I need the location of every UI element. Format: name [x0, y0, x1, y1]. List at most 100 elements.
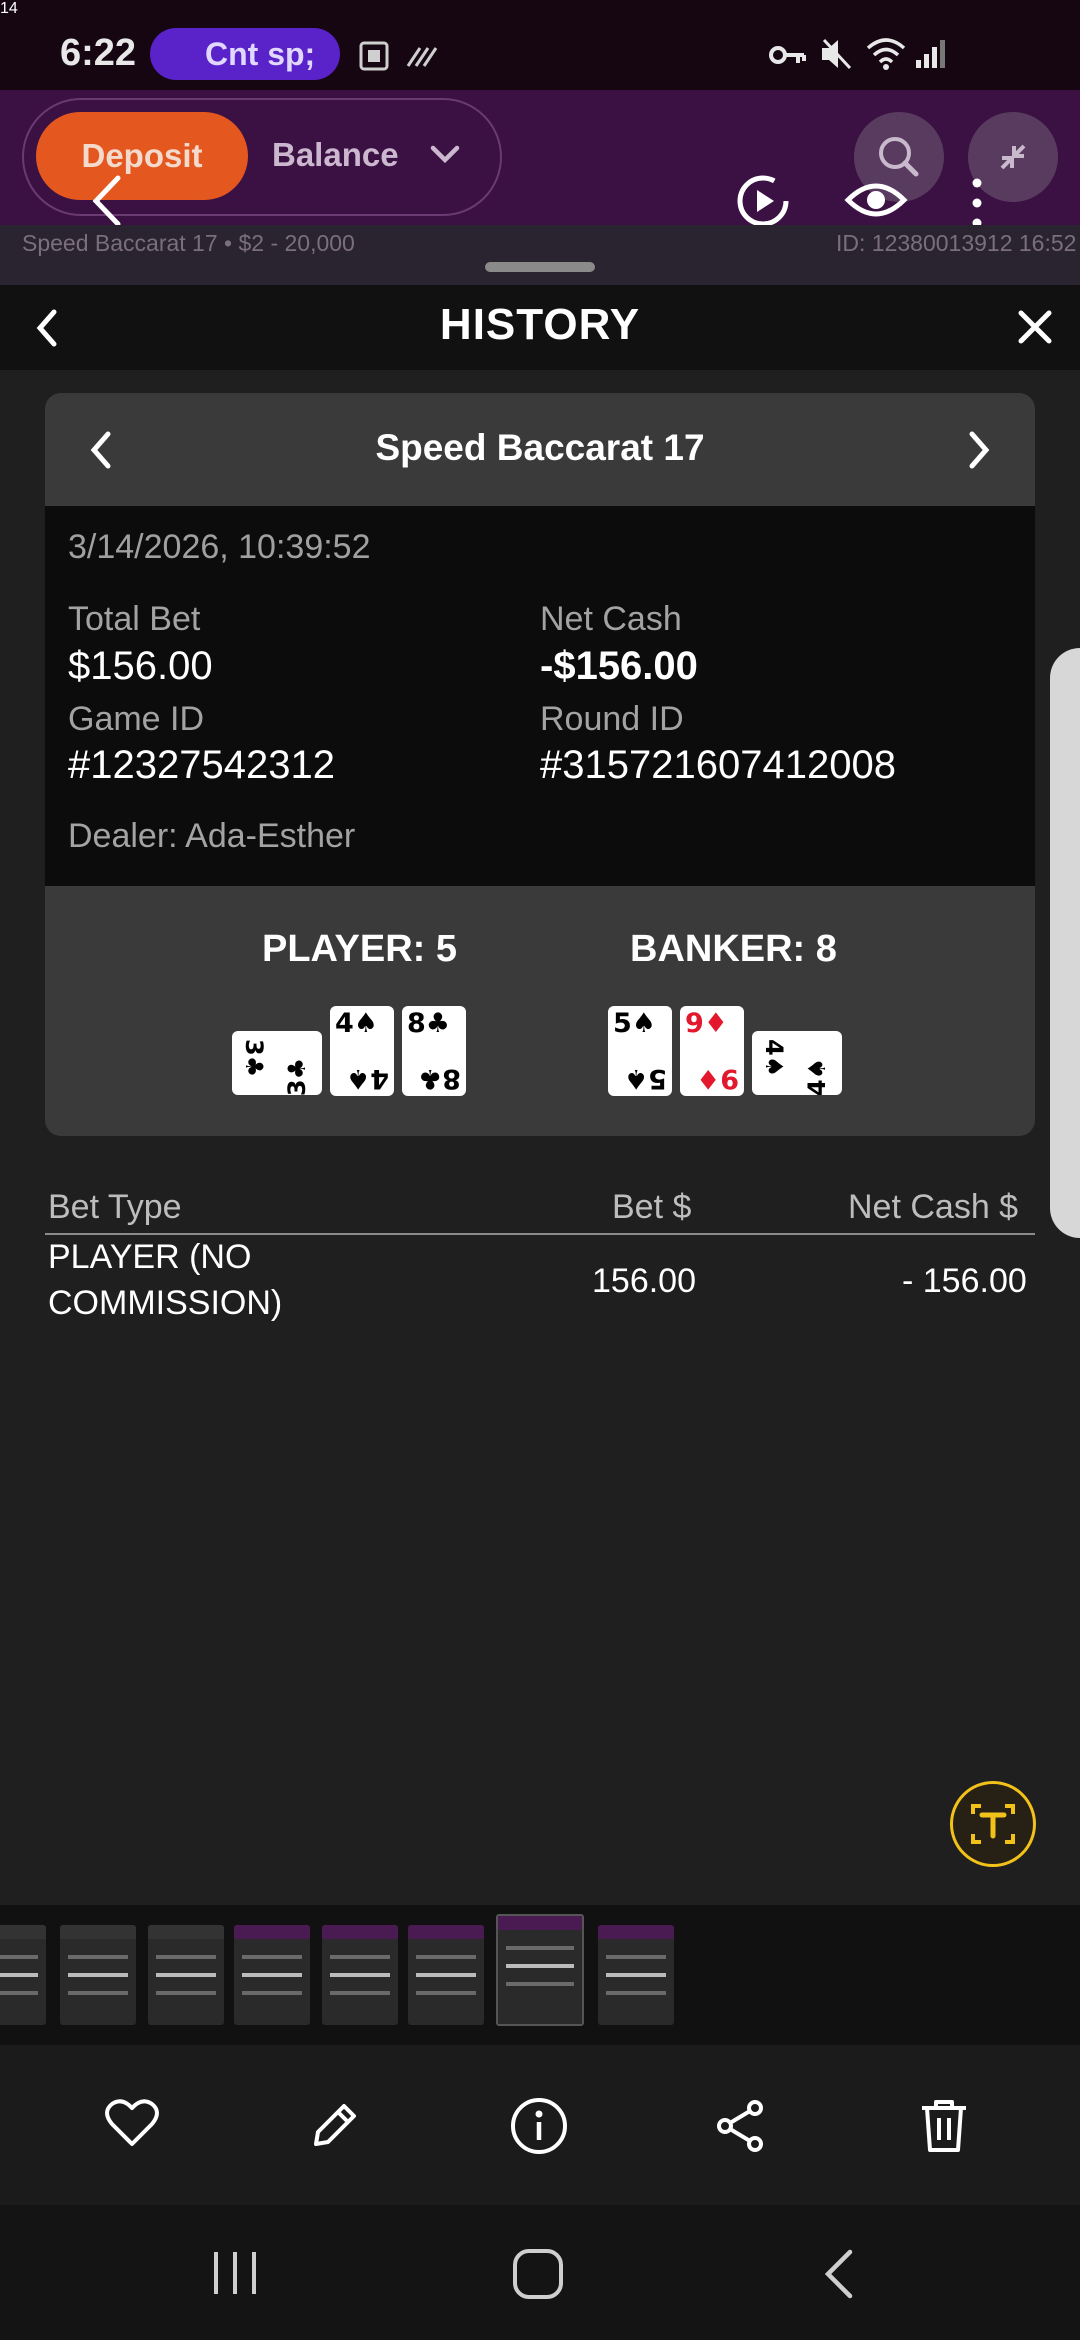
bet-amount-cell: 156.00: [592, 1262, 696, 1300]
thumbnail-content: [506, 1964, 574, 1968]
wifi-icon: [864, 34, 908, 72]
player-card-1-rank-inverted: 3♣: [282, 1057, 311, 1097]
vpn-key-icon: [768, 40, 808, 70]
thumbnail-content: [68, 1991, 128, 1995]
banker-card-2-rank-inverted: 9♦: [696, 1063, 739, 1094]
gallery-thumbnail[interactable]: [408, 1925, 484, 2025]
next-round-icon[interactable]: [964, 428, 994, 472]
screenshot-icon: [356, 38, 392, 74]
bet-type-cell-line1: PLAYER (NO: [48, 1238, 252, 1276]
pencil-icon[interactable]: [306, 2098, 362, 2154]
thumbnail-content: [242, 1973, 302, 1977]
gallery-thumbnail[interactable]: [598, 1925, 674, 2025]
gallery-thumbnail[interactable]: [60, 1925, 136, 2025]
thumbnail-content: [330, 1991, 390, 1995]
game-name: Speed Baccarat 17: [375, 427, 705, 468]
player-card-2-rank: 4♠: [335, 1008, 378, 1039]
balance-label[interactable]: Balance: [272, 136, 399, 174]
banker-card-2-rank: 9♦: [685, 1008, 728, 1039]
player-card-3-rank-inverted: 8♣: [418, 1063, 461, 1094]
replay-icon[interactable]: [734, 172, 792, 230]
thumbnail-content: [416, 1973, 476, 1977]
thumbnail-content: [68, 1973, 128, 1977]
back-icon[interactable]: [818, 2246, 858, 2302]
more-vertical-icon[interactable]: [970, 176, 984, 230]
heart-icon[interactable]: [104, 2098, 160, 2148]
banker-card-3: 4♠ 4♠: [752, 1031, 842, 1097]
thumbnail-content: [156, 1973, 216, 1977]
round-id-value: #315721607412008: [540, 743, 896, 787]
player-card-1-rank: 3♣: [240, 1039, 268, 1078]
player-card-1: 3♣ 3♣: [232, 1031, 322, 1097]
cards-panel: [45, 886, 1035, 1136]
banker-card-3-rank-inverted: 4♠: [802, 1057, 831, 1097]
share-icon[interactable]: [713, 2098, 769, 2154]
drag-handle[interactable]: [485, 262, 595, 272]
signal-hatch-icon: [404, 42, 440, 70]
total-bet-value: $156.00: [68, 644, 213, 688]
banker-card-1-rank-inverted: 5♠: [624, 1063, 667, 1094]
banker-card-1-rank: 5♠: [613, 1008, 656, 1039]
gallery-thumbnail[interactable]: [0, 1925, 46, 2025]
thumbnail-content: [68, 1955, 128, 1959]
player-card-3-rank: 8♣: [407, 1008, 450, 1039]
player-card-2: 4♠ 4♠: [330, 1006, 394, 1096]
back-arrow-icon[interactable]: [86, 172, 126, 230]
gallery-thumbnail[interactable]: [148, 1925, 224, 2025]
thumbnail-content: [0, 1955, 38, 1959]
dealer-name: Dealer: Ada-Esther: [68, 817, 356, 855]
thumbnail-content: [242, 1955, 302, 1959]
text-scan-icon: [971, 1804, 1015, 1844]
edge-panel-handle[interactable]: [1050, 648, 1080, 1238]
home-icon[interactable]: [510, 2246, 566, 2302]
banker-card-1: 5♠ 5♠: [608, 1006, 672, 1096]
bet-amount-header: Bet $: [612, 1188, 692, 1226]
table-divider: [45, 1233, 1035, 1235]
net-cash-header: Net Cash $: [848, 1188, 1019, 1226]
thumbnail-header: [322, 1925, 398, 1939]
history-title: HISTORY: [439, 300, 641, 349]
bet-type-cell-line2: COMMISSION): [48, 1284, 283, 1322]
thumbnail-header: [498, 1916, 582, 1930]
player-card-3: 8♣ 8♣: [402, 1006, 466, 1096]
thumbnail-content: [242, 1991, 302, 1995]
trash-icon[interactable]: [916, 2096, 972, 2156]
thumbnail-header: [148, 1925, 224, 1939]
thumbnail-content: [0, 1991, 38, 1995]
gallery-thumbnail[interactable]: [234, 1925, 310, 2025]
thumbnail-content: [416, 1955, 476, 1959]
recents-icon[interactable]: [210, 2248, 260, 2298]
thumbnail-header: [60, 1925, 136, 1939]
net-cash-cell: - 156.00: [902, 1262, 1027, 1300]
close-icon[interactable]: [1016, 308, 1054, 346]
thumbnail-content: [606, 1955, 666, 1959]
thumbnail-content: [330, 1973, 390, 1977]
deposit-button[interactable]: Deposit: [36, 112, 248, 200]
thumbnail-content: [156, 1955, 216, 1959]
player-score: PLAYER: 5: [262, 928, 457, 970]
player-card-2-rank-inverted: 4♠: [346, 1063, 389, 1094]
status-pill-text: Cnt sp;: [205, 36, 316, 72]
gallery-thumbnail[interactable]: [496, 1914, 584, 2026]
bet-type-header: Bet Type: [48, 1188, 182, 1226]
game-info-text: Speed Baccarat 17 • $2 - 20,000: [22, 230, 355, 256]
info-icon[interactable]: [509, 2096, 569, 2156]
text-scan-button[interactable]: [950, 1781, 1036, 1867]
banker-score: BANKER: 8: [630, 928, 837, 970]
round-id-label: Round ID: [540, 700, 684, 738]
gallery-thumbnail[interactable]: [322, 1925, 398, 2025]
cell-signal-icon: [914, 38, 950, 70]
thumbnail-header: [408, 1925, 484, 1939]
thumbnail-content: [506, 1982, 574, 1986]
net-cash-label: Net Cash: [540, 600, 682, 638]
chevron-down-icon[interactable]: [428, 142, 462, 166]
thumbnail-content: [506, 1946, 574, 1950]
thumbnail-content: [606, 1973, 666, 1977]
thumbnail-content: [330, 1955, 390, 1959]
banker-card-3-rank: 4♠: [760, 1039, 788, 1078]
table-row: PLAYER (NO COMMISSION) 156.00 - 156.00: [45, 1238, 1035, 1338]
thumbnail-content: [156, 1991, 216, 1995]
game-id-label: Game ID: [68, 700, 205, 738]
thumbnail-header: [598, 1925, 674, 1939]
eye-icon[interactable]: [844, 178, 908, 222]
